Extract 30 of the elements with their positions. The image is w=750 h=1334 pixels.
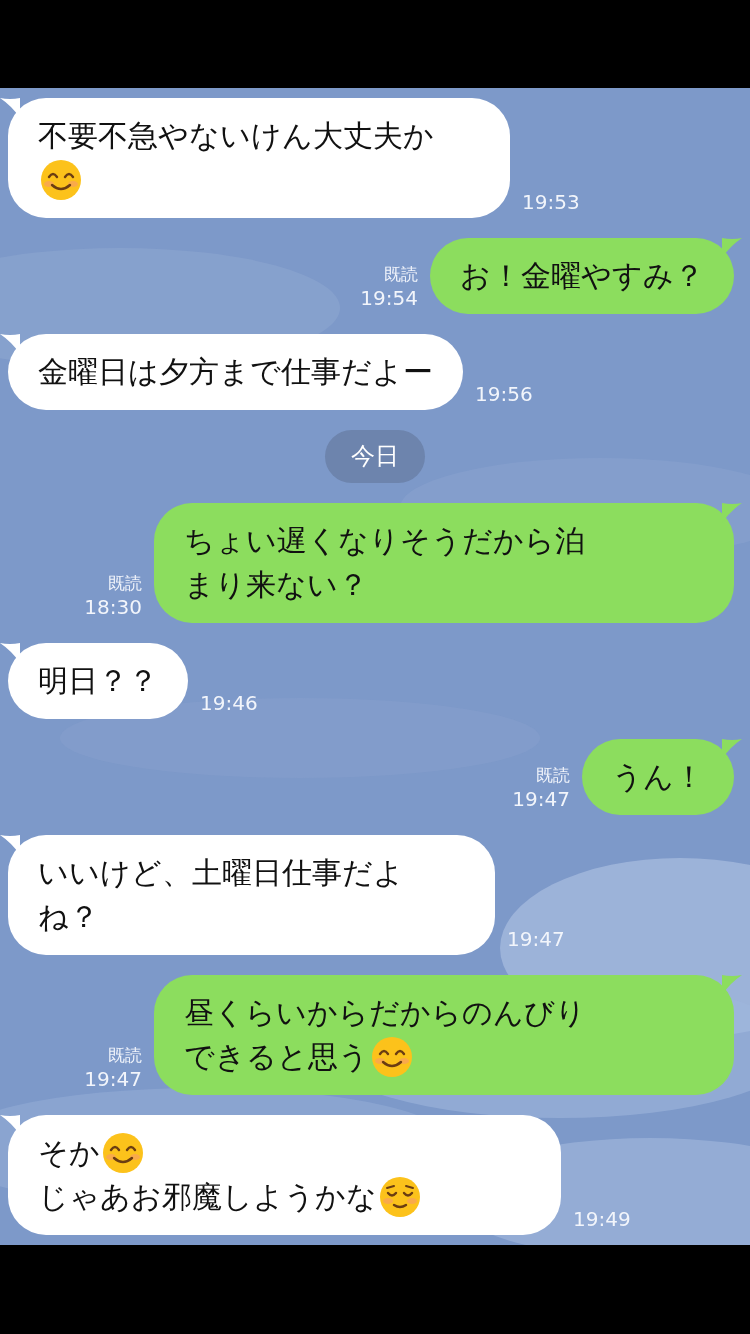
message-text: うん！ [612,758,704,796]
message-text: 不要不急やないけん大丈夫か [38,117,434,155]
smiling-face-icon [102,1132,144,1174]
message-time: 19:53 [522,190,580,214]
message-text: そか [38,1134,100,1172]
smiling-face-icon [371,1036,413,1078]
read-receipt: 既読 [108,1044,142,1067]
smiling-face-icon [40,159,82,201]
read-receipt: 既読 [384,263,418,286]
message-text: 金曜日は夕方まで仕事だよー [38,353,433,391]
message-text: 昼くらいからだからのんびり [184,994,586,1032]
message-text: じゃあお邪魔しようかな [38,1178,377,1216]
message-time: 19:47 [84,1067,142,1091]
message-text: 明日？？ [38,662,158,700]
message-text: まり来ない？ [184,566,368,604]
message-time: 19:47 [507,927,565,951]
message-time: 19:46 [200,691,258,715]
message-text: ちょい遅くなりそうだから泊 [184,522,585,560]
message-time: 19:54 [360,286,418,310]
message-time: 19:47 [512,787,570,811]
smiling-face-icon [379,1176,421,1218]
message-text: いいけど、土曜日仕事だよ [38,854,404,892]
message-text: ね？ [38,898,99,936]
read-receipt: 既読 [108,572,142,595]
message-time: 19:49 [573,1207,631,1231]
message-text: お！金曜やすみ？ [460,257,704,295]
read-receipt: 既読 [536,764,570,787]
message-text: できると思う [184,1038,369,1076]
message-time: 19:56 [475,382,533,406]
message-time: 18:30 [84,595,142,619]
